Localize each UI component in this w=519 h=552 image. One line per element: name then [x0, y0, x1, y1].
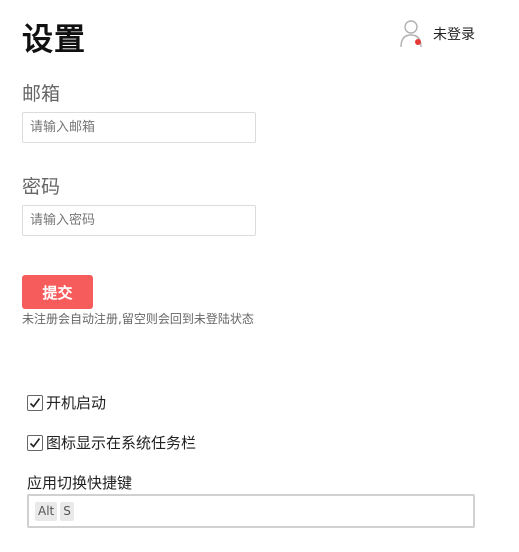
checkmark-icon — [29, 397, 41, 408]
email-input[interactable] — [22, 112, 256, 143]
user-login-status[interactable]: 未登录 — [399, 18, 475, 50]
tray-icon-label[interactable]: 图标显示在系统任务栏 — [46, 432, 196, 453]
hotkey-label: 应用切换快捷键 — [27, 474, 133, 492]
autostart-option[interactable]: 开机启动 — [27, 392, 106, 413]
tray-icon-option[interactable]: 图标显示在系统任务栏 — [27, 432, 196, 453]
page-title: 设置 — [22, 22, 86, 58]
autostart-checkbox[interactable] — [27, 394, 43, 411]
password-label: 密码 — [22, 176, 61, 198]
user-status-label[interactable]: 未登录 — [433, 24, 475, 44]
submit-button[interactable]: 提交 — [22, 275, 93, 309]
autostart-label[interactable]: 开机启动 — [46, 392, 106, 413]
hotkey-key-chip: Alt — [35, 501, 58, 521]
offline-status-dot — [415, 39, 421, 45]
checkmark-icon — [29, 437, 41, 448]
user-avatar-icon[interactable] — [399, 19, 425, 49]
hotkey-key-chip: S — [60, 501, 74, 521]
password-input[interactable] — [22, 205, 256, 236]
tray-icon-checkbox[interactable] — [27, 434, 43, 451]
hotkey-input[interactable]: Alt S — [27, 494, 475, 528]
email-label: 邮箱 — [22, 83, 61, 105]
login-hint-text: 未注册会自动注册,留空则会回到未登陆状态 — [22, 312, 254, 326]
